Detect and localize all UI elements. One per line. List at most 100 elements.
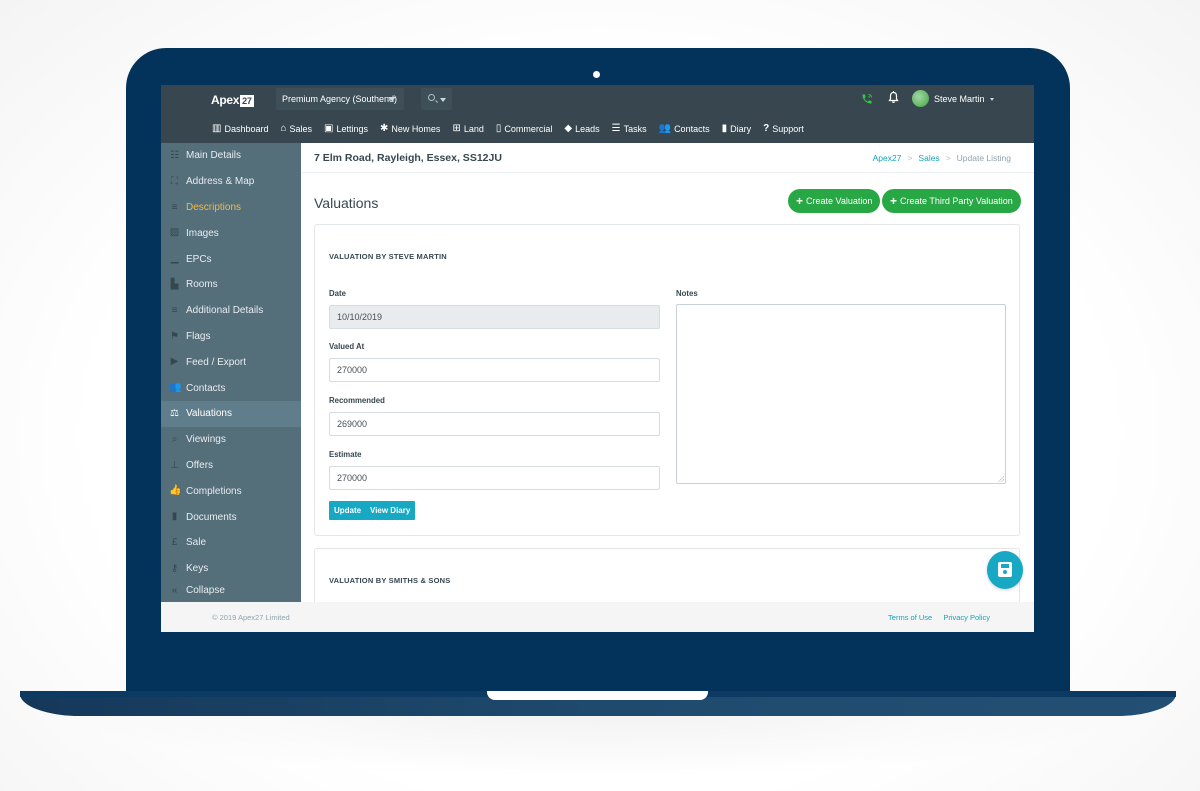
phone-icon[interactable] xyxy=(861,93,873,108)
sidebar-item-label: Keys xyxy=(186,563,209,575)
main-nav: ▥ Dashboard ⌂ Sales ▣ Lettings ✱ New Homes ⊞… xyxy=(212,123,816,134)
sidebar-item-viewings[interactable]: ⌕ Viewings xyxy=(161,427,301,453)
sidebar-item-images[interactable]: ▨ Images xyxy=(161,220,301,246)
nav-label: Commercial xyxy=(504,123,553,134)
valuation-card-title: VALUATION BY SMITHS & SONS xyxy=(329,576,451,585)
sidebar-item-rooms[interactable]: ▙ Rooms xyxy=(161,272,301,298)
sidebar-item-completions[interactable]: 👍 Completions xyxy=(161,478,301,504)
sidebar-item-label: Flags xyxy=(186,330,211,342)
sidebar-item-feed-export[interactable]: ▶ Feed / Export xyxy=(161,349,301,375)
sidebar-item-contacts[interactable]: 👥 Contacts xyxy=(161,375,301,401)
align-justify-icon: ≡ xyxy=(171,201,178,213)
thumbs-up-icon: 👍 xyxy=(169,485,182,497)
copyright: © 2019 Apex27 Limited xyxy=(212,613,290,622)
view-diary-button[interactable]: View Diary xyxy=(365,501,416,520)
create-third-party-valuation-button[interactable]: + Create Third Party Valuation xyxy=(882,189,1021,213)
user-avatar[interactable] xyxy=(912,90,929,107)
nav-label: Support xyxy=(772,123,804,134)
pound-icon: £ xyxy=(171,536,178,548)
search-dropdown-button[interactable] xyxy=(421,88,452,110)
brand-name: Apex xyxy=(211,93,240,107)
users-icon: 👥 xyxy=(169,382,182,394)
webcam xyxy=(593,71,600,78)
image-icon: ▨ xyxy=(169,227,180,239)
sidebar-item-label: Feed / Export xyxy=(186,356,247,368)
valued-at-field[interactable]: 270000 xyxy=(329,358,660,382)
list-icon: ☷ xyxy=(170,150,179,161)
notes-textarea[interactable] xyxy=(676,304,1006,484)
brand-badge: 27 xyxy=(240,95,254,107)
breadcrumb-link-sales[interactable]: Sales xyxy=(918,153,939,163)
sidebar-item-main-details[interactable]: ☷ Main Details xyxy=(161,143,301,169)
save-floating-button[interactable] xyxy=(987,551,1023,589)
sidebar-item-label: Offers xyxy=(186,459,214,471)
resize-handle-icon[interactable] xyxy=(998,476,1004,482)
recommended-label: Recommended xyxy=(329,396,385,405)
sidebar-item-descriptions[interactable]: ≡ Descriptions xyxy=(161,195,301,221)
nav-item-contacts[interactable]: 👥 Contacts xyxy=(659,123,710,134)
top-bar: Apex 27 Premium Agency (Southend) Steve M… xyxy=(161,85,1034,143)
key-icon: ⚷ xyxy=(170,562,179,574)
nav-item-sales[interactable]: ⌂ Sales xyxy=(280,123,312,134)
sidebar-item-keys[interactable]: ⚷ Keys xyxy=(161,556,301,582)
sidebar-item-label: Sale xyxy=(186,537,207,549)
dashboard-icon: ▥ xyxy=(212,123,222,134)
sidebar-item-epcs[interactable]: ▁ EPCs xyxy=(161,246,301,272)
agency-selector[interactable]: Premium Agency (Southend) xyxy=(276,88,404,110)
nav-item-leads[interactable]: ◆ Leads xyxy=(564,123,599,134)
sidebar-item-offers[interactable]: ⊥ Offers xyxy=(161,453,301,479)
sidebar-item-label: Rooms xyxy=(186,279,218,291)
diamond-icon: ◆ xyxy=(564,123,573,134)
nav-item-dashboard[interactable]: ▥ Dashboard xyxy=(212,123,268,134)
flag-icon: ⚑ xyxy=(170,330,179,342)
sidebar-item-flags[interactable]: ⚑ Flags xyxy=(161,324,301,350)
nav-item-tasks[interactable]: ☰ Tasks xyxy=(612,123,647,134)
chart-icon: ▁ xyxy=(170,253,179,265)
terms-of-use-link[interactable]: Terms of Use xyxy=(888,613,932,622)
nav-item-new-homes[interactable]: ✱ New Homes xyxy=(380,123,440,134)
sidebar-item-label: Valuations xyxy=(186,408,232,420)
bell-icon[interactable] xyxy=(888,91,899,103)
sidebar-item-address-map[interactable]: ⛶ Address & Map xyxy=(161,169,301,195)
nav-item-land[interactable]: ⊞ Land xyxy=(452,123,483,134)
estimate-field[interactable]: 270000 xyxy=(329,466,660,490)
sidebar-item-documents[interactable]: ▮ Documents xyxy=(161,504,301,530)
calendar-icon: ▮ xyxy=(721,123,728,134)
notes-label: Notes xyxy=(676,289,698,298)
sidebar-item-label: Viewings xyxy=(186,434,226,446)
nav-item-commercial[interactable]: ▯ Commercial xyxy=(496,123,553,134)
door-icon: ▙ xyxy=(170,278,179,290)
sidebar-item-valuations[interactable]: ⚖ Valuations xyxy=(161,400,301,427)
nav-item-lettings[interactable]: ▣ Lettings xyxy=(324,123,368,134)
file-icon: ▮ xyxy=(171,511,178,523)
date-field[interactable]: 10/10/2019 xyxy=(329,305,660,329)
balance-scale-icon: ⚖ xyxy=(170,407,179,419)
user-menu[interactable]: Steve Martin xyxy=(934,94,994,104)
nav-label: Land xyxy=(463,123,484,134)
button-label: Create Third Party Valuation xyxy=(900,196,1013,206)
brand-logo[interactable]: Apex 27 xyxy=(211,93,254,107)
estimate-label: Estimate xyxy=(329,450,362,459)
sidebar-item-sale[interactable]: £ Sale xyxy=(161,530,301,556)
nav-label: Sales xyxy=(289,123,313,134)
update-button[interactable]: Update xyxy=(329,501,367,520)
app-screen: Apex 27 Premium Agency (Southend) Steve M… xyxy=(161,85,1034,632)
footer: © 2019 Apex27 Limited Terms of Use Priva… xyxy=(161,602,1034,632)
section-title: Valuations xyxy=(314,195,379,211)
nav-item-support[interactable]: ? Support xyxy=(763,123,804,134)
sidebar-item-label: Address & Map xyxy=(186,176,255,188)
valuation-card: VALUATION BY STEVE MARTIN Date 10/10/201… xyxy=(314,224,1020,536)
create-valuation-button[interactable]: + Create Valuation xyxy=(788,189,881,213)
map-icon: ⛶ xyxy=(171,175,178,187)
breadcrumb-link-apex27[interactable]: Apex27 xyxy=(873,153,902,163)
privacy-policy-link[interactable]: Privacy Policy xyxy=(943,613,990,622)
sidebar-collapse-button[interactable]: « Collapse xyxy=(161,582,301,600)
nav-item-diary[interactable]: ▮ Diary xyxy=(722,123,752,134)
chevron-down-icon xyxy=(440,98,446,102)
sidebar-item-additional-details[interactable]: ≡ Additional Details xyxy=(161,298,301,324)
sidebar-item-label: Completions xyxy=(186,485,242,497)
home-icon: ⌂ xyxy=(280,123,287,134)
page-title: 7 Elm Road, Rayleigh, Essex, SS12JU xyxy=(314,152,502,164)
breadcrumb: Apex27 > Sales > Update Listing xyxy=(873,153,1011,163)
recommended-field[interactable]: 269000 xyxy=(329,412,660,436)
